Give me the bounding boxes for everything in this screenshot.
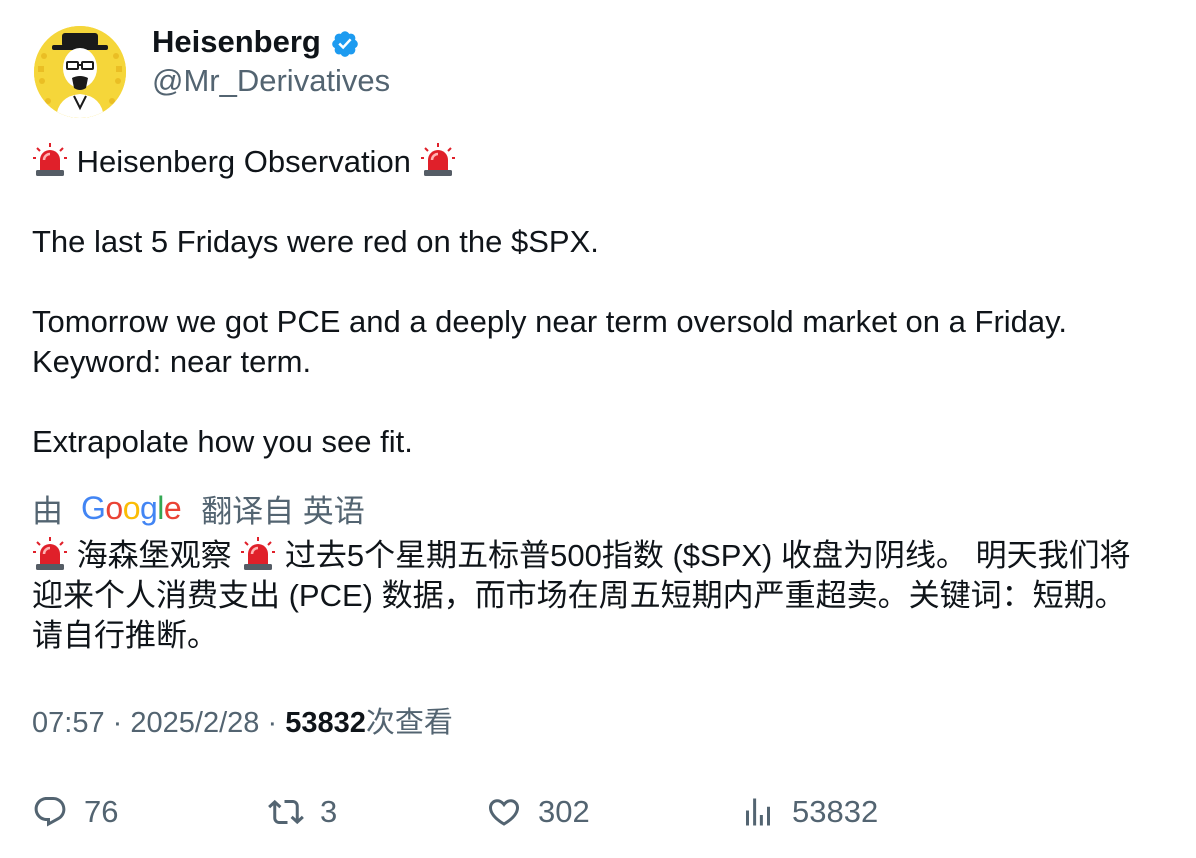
tweet: Heisenberg @Mr_Derivatives Heisenberg Ob… xyxy=(0,0,1196,858)
heisenberg-avatar-icon xyxy=(34,26,126,118)
action-bar: 76 3 302 53832 xyxy=(32,790,1162,834)
police-light-icon xyxy=(33,537,67,570)
meta-separator: · xyxy=(267,707,278,739)
like-count: 302 xyxy=(538,794,590,829)
translated-text: 海森堡观察 过去5个星期五标普500指数 ($SPX) 收盘为阴线。 明天我们将… xyxy=(32,536,1152,656)
translated-from-label[interactable]: 翻译自 英语 xyxy=(201,486,365,531)
tweet-line-3: Tomorrow we got PCE and a deeply near te… xyxy=(32,304,1067,339)
tweet-line-1: Heisenberg Observation xyxy=(32,142,1162,182)
retweet-count: 3 xyxy=(320,794,338,829)
meta-separator: · xyxy=(112,707,123,739)
tweet-line-2: The last 5 Fridays were red on the $SPX. xyxy=(32,224,599,259)
reply-button[interactable]: 76 xyxy=(32,790,118,834)
tweet-line-5: Extrapolate how you see fit. xyxy=(32,424,413,459)
google-logo[interactable]: Google xyxy=(81,490,182,527)
police-light-icon xyxy=(33,143,67,176)
retweet-button[interactable]: 3 xyxy=(268,790,337,834)
verified-badge-icon xyxy=(332,30,358,57)
police-light-icon xyxy=(420,143,455,176)
tweet-line-4: Keyword: near term. xyxy=(32,344,312,379)
tweet-header: Heisenberg @Mr_Derivatives xyxy=(34,24,390,118)
author-names: Heisenberg @Mr_Derivatives xyxy=(152,24,390,99)
police-light-icon xyxy=(241,537,276,570)
reply-icon xyxy=(34,797,66,827)
translated-by-label: 由 xyxy=(32,493,63,529)
heart-icon xyxy=(488,799,520,826)
translated-headline: 海森堡观察 xyxy=(76,538,232,573)
display-name[interactable]: Heisenberg xyxy=(152,24,321,60)
translation-attribution: 由 Google 翻译自 英语 xyxy=(32,487,365,529)
display-name-row: Heisenberg xyxy=(152,24,390,60)
views-action-count: 53832 xyxy=(792,794,879,829)
views-label: 次查看 xyxy=(365,707,453,739)
tweet-date[interactable]: 2025/2/28 xyxy=(130,707,259,739)
retweet-icon xyxy=(268,799,304,825)
tweet-headline: Heisenberg Observation xyxy=(76,144,411,179)
like-button[interactable]: 302 xyxy=(486,790,590,834)
views-button[interactable]: 53832 xyxy=(740,790,878,834)
author-handle[interactable]: @Mr_Derivatives xyxy=(152,63,390,99)
tweet-text: Heisenberg Observation The last 5 Friday… xyxy=(32,142,1162,462)
views-count: 53832 xyxy=(285,707,366,739)
reply-count: 76 xyxy=(84,794,119,829)
views-chart-icon xyxy=(746,798,770,826)
avatar[interactable] xyxy=(34,26,126,118)
tweet-meta: 07:57 · 2025/2/28 · 53832次查看 xyxy=(32,703,453,743)
tweet-time[interactable]: 07:57 xyxy=(32,707,105,739)
